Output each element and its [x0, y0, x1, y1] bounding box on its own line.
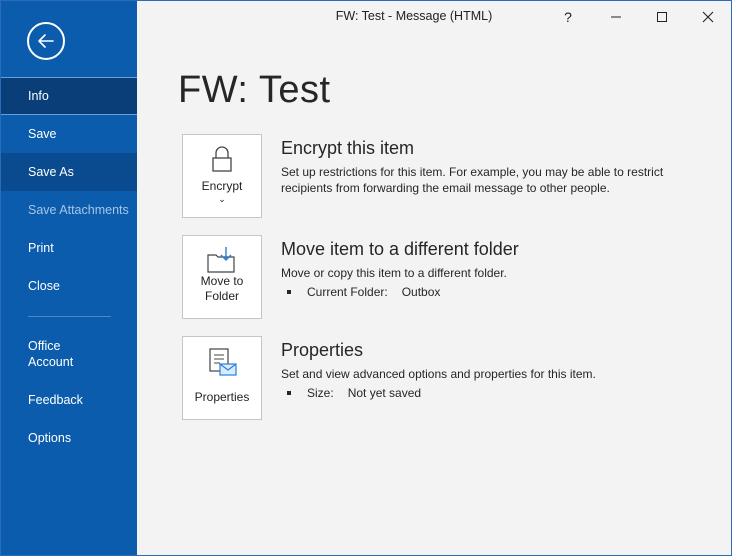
- properties-label: Properties: [194, 390, 250, 404]
- chevron-down-icon: ⌄: [218, 194, 226, 204]
- size-value: Not yet saved: [347, 386, 422, 400]
- bullet-icon: [287, 290, 291, 294]
- encrypt-heading: Encrypt this item: [281, 138, 415, 158]
- encrypt-section: Encrypt ⌄ Encrypt this item Set up restr…: [182, 134, 702, 220]
- close-icon: [702, 11, 714, 23]
- maximize-button[interactable]: [639, 1, 685, 33]
- arrow-left-icon: [38, 34, 54, 48]
- properties-section: Properties Properties Set and view advan…: [182, 336, 702, 422]
- help-icon: ?: [564, 9, 572, 25]
- size-row: Size: Not yet saved: [287, 386, 421, 400]
- outlook-backstage-window: Info Save Save As Save Attachments Print…: [0, 0, 732, 556]
- move-section: Move to Folder Move item to a different …: [182, 235, 702, 321]
- backstage-sidebar: Info Save Save As Save Attachments Print…: [1, 1, 137, 555]
- sidebar-item-office-account[interactable]: Office Account: [1, 332, 137, 376]
- maximize-icon: [657, 12, 667, 22]
- current-folder-key: Current Folder:: [307, 285, 388, 299]
- move-heading: Move item to a different folder: [281, 239, 519, 259]
- move-to-folder-label: Move to Folder: [200, 274, 244, 303]
- encrypt-description: Set up restrictions for this item. For e…: [281, 165, 664, 195]
- sidebar-item-save[interactable]: Save: [1, 115, 137, 153]
- current-folder-row: Current Folder: Outbox: [287, 285, 440, 299]
- minimize-button[interactable]: [593, 1, 639, 33]
- sidebar-item-feedback[interactable]: Feedback: [1, 381, 137, 419]
- sidebar-divider: [28, 316, 111, 317]
- close-window-button[interactable]: [685, 1, 731, 33]
- sidebar-item-print[interactable]: Print: [1, 229, 137, 267]
- sidebar-item-save-attachments: Save Attachments: [28, 203, 129, 217]
- title-bar: FW: Test - Message (HTML) ?: [137, 1, 731, 33]
- sidebar-item-options[interactable]: Options: [1, 419, 137, 457]
- move-to-folder-button[interactable]: Move to Folder: [182, 235, 262, 319]
- lock-icon: [183, 145, 261, 173]
- help-button[interactable]: ?: [545, 1, 591, 33]
- minimize-icon: [611, 16, 621, 18]
- encrypt-button[interactable]: Encrypt ⌄: [182, 134, 262, 218]
- properties-button[interactable]: Properties: [182, 336, 262, 420]
- properties-icon: [183, 347, 261, 379]
- move-description: Move or copy this item to a different fo…: [281, 266, 507, 280]
- current-folder-value: Outbox: [401, 285, 441, 299]
- sidebar-item-save-as[interactable]: Save As: [1, 153, 137, 191]
- back-button[interactable]: [27, 22, 65, 60]
- size-key: Size:: [307, 386, 334, 400]
- encrypt-label: Encrypt: [201, 179, 243, 193]
- bullet-icon: [287, 391, 291, 395]
- properties-description: Set and view advanced options and proper…: [281, 367, 596, 381]
- sidebar-item-close[interactable]: Close: [1, 267, 137, 305]
- page-title: FW: Test: [178, 69, 331, 111]
- sidebar-item-info[interactable]: Info: [1, 77, 137, 115]
- move-folder-icon: [183, 246, 261, 274]
- properties-heading: Properties: [281, 340, 364, 360]
